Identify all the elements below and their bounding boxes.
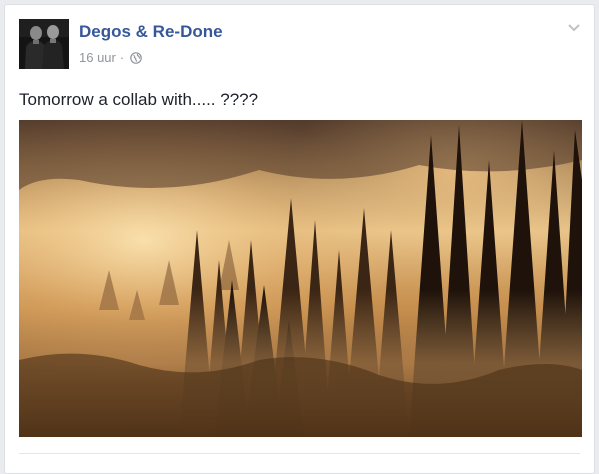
post-image[interactable] (19, 120, 582, 437)
avatar-photo (19, 19, 69, 69)
page-name-link[interactable]: Degos & Re-Done (79, 22, 223, 42)
foggy-forest-photo (19, 120, 582, 437)
post-options-button[interactable] (566, 19, 582, 35)
avatar[interactable] (19, 19, 69, 69)
post-footer-divider (19, 453, 580, 454)
post-text: Tomorrow a collab with..... ???? (19, 90, 259, 109)
post-card: Degos & Re-Done 16 uur · Tomorrow a coll… (4, 4, 595, 474)
globe-icon[interactable] (130, 51, 143, 64)
post-timestamp[interactable]: 16 uur (79, 50, 116, 65)
chevron-down-icon (568, 24, 580, 32)
post-meta: 16 uur · (79, 50, 143, 65)
meta-separator: · (119, 50, 125, 65)
